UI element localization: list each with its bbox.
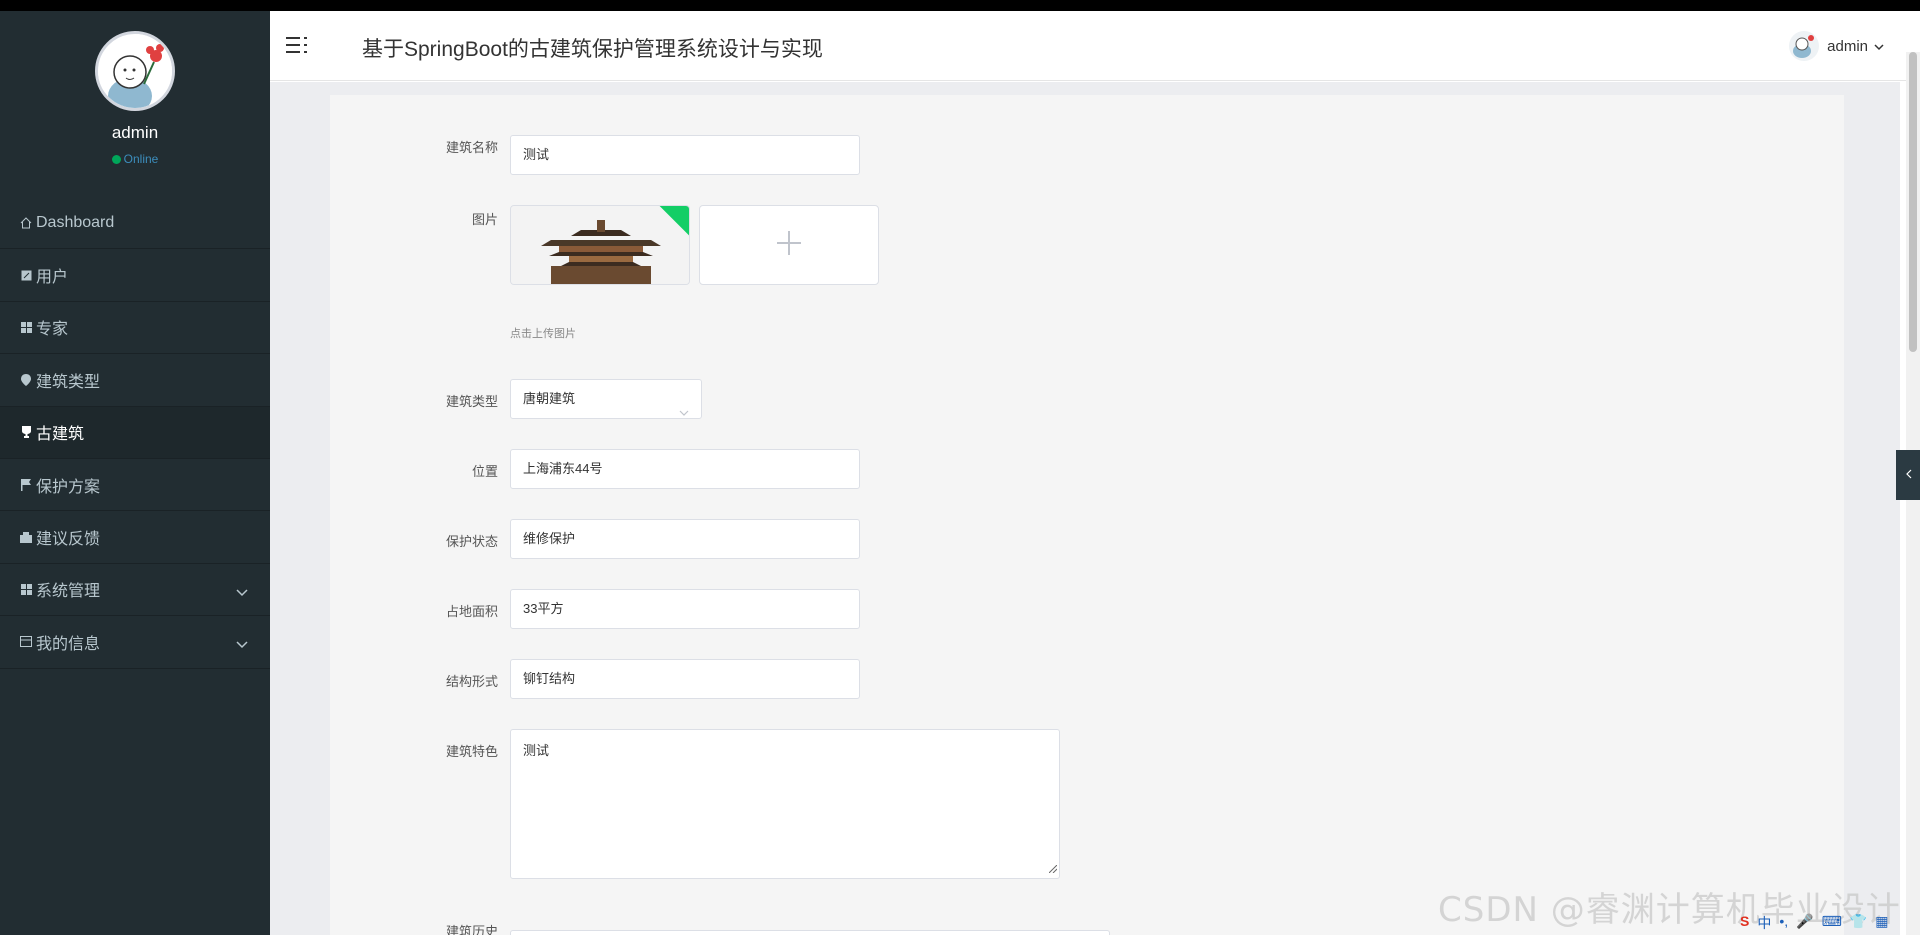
location-input[interactable]: 上海浦东44号	[510, 449, 860, 489]
sidebar-item-experts[interactable]: 专家	[0, 302, 270, 355]
online-dot-icon	[111, 155, 121, 164]
sidebar-item-label: 建议反馈	[36, 531, 101, 549]
sidebar-item-ancient-buildings[interactable]: 古建筑	[0, 406, 270, 459]
user-avatar	[1789, 31, 1820, 61]
resize-handle-icon[interactable]	[1048, 861, 1058, 876]
chevron-down-icon	[1874, 38, 1884, 55]
sidebar-item-label: 建筑类型	[36, 373, 101, 391]
user-name: admin	[1827, 37, 1868, 55]
chevron-down-icon	[679, 394, 689, 432]
avatar[interactable]	[95, 31, 175, 111]
sidebar-item-feedback[interactable]: 建议反馈	[0, 511, 270, 564]
sidebar-item-protection-plans[interactable]: 保护方案	[0, 459, 270, 512]
grid-icon	[19, 320, 33, 334]
trophy-icon	[19, 425, 33, 439]
top-header: 基于SpringBoot的古建筑保护管理系统设计与实现 admin	[270, 11, 1920, 81]
ime-grid-icon[interactable]: ▦	[1875, 913, 1888, 933]
pagoda-photo	[511, 206, 689, 284]
ime-lang[interactable]: 中	[1757, 913, 1771, 933]
scrollbar-thumb[interactable]	[1909, 52, 1917, 352]
sidebar-item-label: 古建筑	[36, 426, 85, 444]
upload-hint: 点击上传图片	[510, 328, 576, 340]
online-status: Online	[0, 152, 270, 166]
feature-label: 建筑特色	[445, 744, 498, 759]
structure-input[interactable]: 铆钉结构	[510, 659, 860, 699]
sidebar-item-users[interactable]: 用户	[0, 249, 270, 302]
history-textarea[interactable]	[510, 930, 1110, 935]
sidebar-item-label: 系统管理	[36, 583, 101, 601]
feature-text: 测试	[523, 743, 550, 758]
main-content: 建筑名称 测试 图片 点击上传图片 建筑类型 唐朝建筑 位置 上海浦东44号 保…	[270, 82, 1900, 935]
name-input[interactable]: 测试	[510, 135, 860, 175]
card-icon	[19, 635, 33, 649]
sidebar-item-label: 我的信息	[36, 635, 101, 653]
name-label: 建筑名称	[445, 140, 498, 155]
sidebar-item-dashboard[interactable]: Dashboard	[0, 197, 270, 250]
home-icon	[19, 216, 33, 230]
page-title: 基于SpringBoot的古建筑保护管理系统设计与实现	[362, 38, 823, 61]
menu-toggle-icon[interactable]	[286, 35, 308, 60]
protect-status-input[interactable]: 维修保护	[510, 519, 860, 559]
ime-skin-icon[interactable]: 👕	[1850, 913, 1867, 933]
sidebar-username: admin	[111, 123, 159, 142]
ime-mic-icon[interactable]: 🎤	[1796, 913, 1813, 933]
type-label: 建筑类型	[445, 394, 498, 409]
sidebar-item-label: 专家	[36, 321, 69, 339]
chat-icon	[19, 530, 33, 544]
image-label: 图片	[471, 212, 498, 227]
online-status-text: Online	[123, 152, 159, 166]
chevron-down-icon	[236, 584, 248, 602]
pin-icon	[19, 373, 33, 387]
edit-icon	[19, 268, 33, 282]
edit-form-card: 建筑名称 测试 图片 点击上传图片 建筑类型 唐朝建筑 位置 上海浦东44号 保…	[330, 95, 1844, 935]
flag-icon	[19, 478, 33, 492]
type-select[interactable]: 唐朝建筑	[510, 379, 702, 419]
sidebar-item-building-types[interactable]: 建筑类型	[0, 354, 270, 407]
feature-textarea[interactable]: 测试	[510, 729, 1060, 879]
structure-label: 结构形式	[445, 674, 498, 689]
sidebar-item-label: 保护方案	[36, 478, 101, 496]
ime-keyboard-icon[interactable]: ⌨	[1822, 913, 1842, 933]
chevron-left-icon	[1905, 466, 1912, 484]
location-label: 位置	[471, 464, 498, 479]
uploaded-image[interactable]	[510, 205, 690, 285]
plus-icon	[775, 229, 803, 262]
sidebar-item-label: 用户	[36, 269, 69, 287]
sidebar-item-label: Dashboard	[36, 213, 115, 231]
sidebar-item-system-management[interactable]: 系统管理	[0, 564, 270, 617]
grid-icon	[19, 582, 33, 596]
area-input[interactable]: 33平方	[510, 589, 860, 629]
ime-logo[interactable]: S	[1740, 913, 1749, 933]
area-label: 占地面积	[445, 604, 498, 619]
sidebar-menu: Dashboard 用户 专家 建筑类型 古建筑 保护方案 建议反馈 系统管理	[0, 197, 270, 669]
type-select-value: 唐朝建筑	[523, 391, 576, 406]
ime-toolbar: S 中 •, 🎤 ⌨ 👕 ▦	[1740, 913, 1888, 933]
upload-add-button[interactable]	[699, 205, 879, 285]
side-panel-toggle[interactable]	[1896, 450, 1920, 500]
protect-status-label: 保护状态	[445, 534, 498, 549]
screen-top-edge	[0, 0, 1920, 11]
user-menu[interactable]: admin	[1789, 31, 1884, 61]
sidebar: admin Online Dashboard 用户 专家 建筑类型 古建筑 保护…	[0, 11, 270, 935]
sidebar-item-my-info[interactable]: 我的信息	[0, 616, 270, 669]
chevron-down-icon	[236, 636, 248, 654]
history-label: 建筑历史	[445, 924, 498, 935]
ime-punct[interactable]: •,	[1779, 913, 1788, 933]
